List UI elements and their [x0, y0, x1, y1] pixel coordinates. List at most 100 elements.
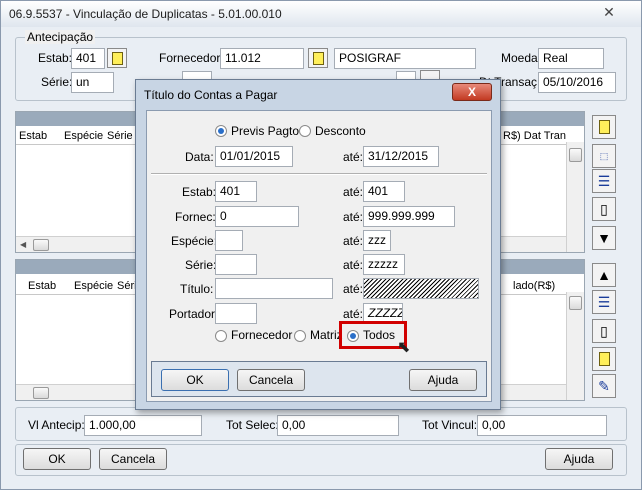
titulo-from-field[interactable] [215, 278, 333, 299]
vl-antecip-label: Vl Antecip: [28, 418, 85, 432]
close-icon[interactable]: ✕ [597, 3, 621, 21]
data-to-field[interactable]: 31/12/2015 [363, 146, 439, 167]
window-title: 06.9.5537 - Vinculação de Duplicatas - 5… [9, 7, 282, 21]
serie-label: Série: [41, 75, 73, 89]
serie-field[interactable]: un [71, 72, 114, 93]
moeda-field[interactable]: Real [538, 48, 604, 69]
arrow-up-icon: ▲ [597, 267, 611, 283]
fornec-from-field[interactable]: 0 [215, 206, 299, 227]
cancela-button[interactable]: Cancela [99, 448, 167, 470]
desconto-radio[interactable] [299, 125, 311, 137]
todos-radio[interactable] [347, 330, 359, 342]
move-up-button[interactable]: ▲ [592, 263, 616, 287]
select-all-button[interactable]: ⬚ [592, 144, 616, 168]
data-from-field[interactable]: 01/01/2015 [215, 146, 293, 167]
document-icon [599, 352, 610, 366]
vl-antecip-field: 1.000,00 [84, 415, 202, 436]
data-ate-label: até: [343, 150, 364, 164]
ok-button[interactable]: OK [23, 448, 91, 470]
dialog-ok-button[interactable]: OK [161, 369, 229, 391]
col-estab[interactable]: Estab [28, 280, 56, 292]
select-all-icon: ⬚ [599, 151, 609, 161]
move-down-button[interactable]: ▼ [592, 226, 616, 250]
pencil-icon: ✎ [598, 378, 610, 394]
arrow-down-icon: ▼ [597, 230, 611, 246]
col-valor-dat[interactable]: R$) Dat Tran [503, 130, 566, 142]
document-icon [313, 52, 324, 65]
dialog-close-icon[interactable]: X [452, 83, 492, 101]
titulo-to-field[interactable] [363, 278, 479, 299]
fornec-ate-label: até: [343, 210, 364, 224]
scroll-left-icon[interactable]: ◀ [20, 240, 26, 249]
col-especie[interactable]: Espécie [74, 280, 113, 292]
serie-from-field[interactable] [215, 254, 257, 275]
scroll-thumb[interactable] [33, 387, 49, 399]
new-document-button[interactable] [592, 115, 616, 139]
titulo-label: Título: [180, 282, 214, 296]
page-icon: ▯ [600, 201, 608, 217]
unmark-button[interactable]: ▯ [592, 197, 616, 221]
grid-vscroll[interactable] [566, 142, 584, 252]
antecipacao-legend: Antecipação [25, 30, 96, 44]
grid-vscroll[interactable] [566, 292, 584, 400]
especie-to-field[interactable]: zzz [363, 230, 391, 251]
estab-field[interactable]: 401 [71, 48, 105, 69]
especie-ate-label: até: [343, 234, 364, 248]
document-icon [112, 52, 123, 65]
moeda-label: Moeda: [501, 51, 542, 65]
scroll-thumb[interactable] [569, 148, 582, 162]
estab-to-field[interactable]: 401 [363, 181, 405, 202]
desconto-label[interactable]: Desconto [315, 124, 366, 138]
unmark-bottom-button[interactable]: ▯ [592, 319, 616, 343]
portador-ate-label: até: [343, 307, 364, 321]
col-especie[interactable]: Espécie [64, 130, 103, 142]
estab-label: Estab: [38, 51, 73, 65]
mark-button[interactable]: ☰ [592, 169, 616, 193]
estab-lookup-button[interactable] [107, 48, 127, 68]
fornecedor-label: Fornecedor: [159, 51, 224, 65]
serie-ate-label: até: [343, 258, 364, 272]
ajuda-button[interactable]: Ajuda [545, 448, 613, 470]
list-check-icon: ☰ [597, 294, 611, 310]
todos-radio-label[interactable]: Todos [363, 328, 395, 342]
portador-label: Portador: [169, 307, 219, 321]
titulo-ate-label: até: [343, 282, 364, 296]
estab-label: Estab: [182, 185, 217, 199]
divider [151, 173, 487, 175]
matriz-radio-label[interactable]: Matriz [310, 328, 343, 342]
matriz-radio[interactable] [294, 330, 306, 342]
tot-selec-field: 0,00 [277, 415, 399, 436]
mark-bottom-button[interactable]: ☰ [592, 290, 616, 314]
fornecedor-lookup-button[interactable] [308, 48, 328, 68]
col-serie[interactable]: Série [107, 130, 133, 142]
new-bottom-button[interactable] [592, 347, 616, 371]
dialog-ajuda-button[interactable]: Ajuda [409, 369, 477, 391]
col-estab[interactable]: Estab [19, 130, 47, 142]
previs-pagto-radio[interactable] [215, 125, 227, 137]
fornec-label: Fornec: [175, 210, 216, 224]
fornecedor-radio-label[interactable]: Fornecedor [231, 328, 292, 342]
edit-button[interactable]: ✎ [592, 374, 616, 398]
fornecedor-field[interactable]: 11.012 [220, 48, 304, 69]
titulo-dialog: Título do Contas a Pagar X Previs Pagto … [135, 79, 501, 410]
fornecedor-radio[interactable] [215, 330, 227, 342]
tot-selec-label: Tot Selec: [226, 418, 279, 432]
mouse-cursor-icon: ⬉ [397, 339, 411, 356]
especie-label: Espécie: [171, 234, 218, 248]
estab-from-field[interactable]: 401 [215, 181, 257, 202]
scroll-thumb[interactable] [569, 296, 582, 310]
dialog-body: Previs Pagto Desconto Data: 01/01/2015 a… [146, 110, 492, 402]
col-valor-vinculado[interactable]: lado(R$) [513, 280, 555, 292]
previs-pagto-label[interactable]: Previs Pagto [231, 124, 299, 138]
data-label: Data: [185, 150, 214, 164]
serie-to-field[interactable]: zzzzz [363, 254, 405, 275]
list-check-icon: ☰ [597, 173, 611, 189]
portador-from-field[interactable] [215, 303, 257, 324]
title-bar: 06.9.5537 - Vinculação de Duplicatas - 5… [1, 1, 641, 27]
scroll-thumb[interactable] [33, 239, 49, 251]
dt-transac-field[interactable]: 05/10/2016 [538, 72, 616, 93]
especie-from-field[interactable] [215, 230, 243, 251]
estab-ate-label: até: [343, 185, 364, 199]
fornec-to-field[interactable]: 999.999.999 [363, 206, 455, 227]
dialog-cancela-button[interactable]: Cancela [237, 369, 305, 391]
